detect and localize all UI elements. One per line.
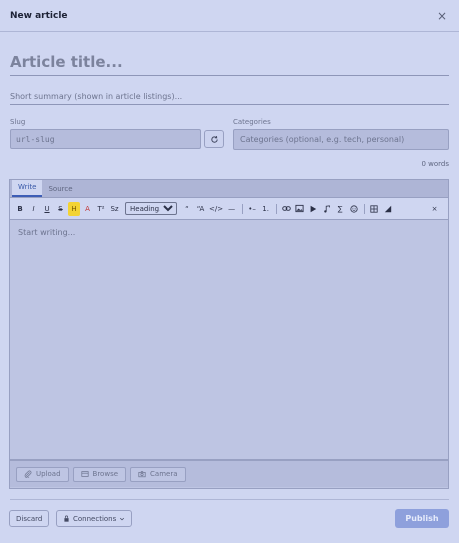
quote-button[interactable]: “ [181, 202, 193, 216]
math-button[interactable]: ∑ [334, 202, 346, 216]
upload-bar: Upload Browse Camera [10, 460, 448, 487]
footer-divider [10, 499, 449, 500]
superscript-button[interactable]: T² [95, 202, 107, 216]
emoji-button[interactable] [348, 202, 360, 216]
highlight-button[interactable]: H [68, 201, 80, 216]
refresh-icon [210, 135, 218, 143]
video-button[interactable] [307, 202, 319, 216]
image-icon [295, 204, 304, 213]
word-count: 0 words [421, 160, 449, 168]
subscript-button[interactable]: Sz [109, 202, 121, 216]
tab-write[interactable]: Write [12, 180, 43, 197]
browse-button[interactable]: Browse [72, 466, 127, 482]
text-color-button[interactable]: A [82, 202, 94, 216]
italic-button[interactable]: I [28, 202, 40, 216]
discard-button[interactable]: Discard [9, 510, 50, 527]
bullet-list-button[interactable]: •– [246, 202, 258, 216]
connections-label: Connections [73, 514, 117, 523]
chevron-down-icon [120, 517, 125, 520]
strikethrough-button[interactable]: S [55, 202, 67, 216]
link-icon [281, 206, 291, 211]
categories-label: Categories [233, 118, 271, 126]
browse-label: Browse [92, 470, 119, 478]
writing-area[interactable]: Start writing... [10, 220, 448, 460]
paperclip-icon [24, 470, 32, 478]
table-icon [370, 204, 378, 213]
publish-button[interactable]: Publish [395, 509, 449, 528]
underline-button[interactable]: U [41, 202, 53, 216]
upload-label: Upload [36, 470, 61, 478]
image-button[interactable] [294, 202, 306, 216]
camera-label: Camera [150, 470, 178, 478]
horizontal-rule-button[interactable]: — [226, 202, 238, 216]
close-toolbar-button[interactable]: × [429, 202, 441, 216]
heading-select[interactable]: Heading... [125, 202, 177, 215]
toolbar-divider [276, 203, 278, 214]
bold-button[interactable]: B [14, 202, 26, 216]
dialog-title: New article [10, 10, 68, 21]
upload-button[interactable]: Upload [16, 466, 69, 482]
rich-text-editor: Write Source B I U S H A T² Sz Heading..… [9, 179, 449, 489]
editor-tabs: Write Source [10, 180, 448, 198]
dialog-header: New article × [0, 0, 459, 32]
lock-icon [64, 515, 69, 522]
new-article-dialog: New article × Slug Categories 0 words Wr… [0, 0, 459, 543]
connections-button[interactable]: Connections [56, 510, 133, 527]
categories-input[interactable] [233, 129, 449, 150]
code-button[interactable]: </> [208, 202, 224, 216]
browse-icon [80, 471, 89, 477]
audio-button[interactable] [321, 202, 333, 216]
toolbar-divider [364, 203, 366, 214]
play-icon [310, 205, 317, 212]
music-note-icon [323, 204, 330, 213]
clear-format-button[interactable] [382, 202, 394, 216]
summary-input[interactable] [10, 88, 449, 105]
slug-input[interactable] [10, 129, 201, 149]
emoji-icon [349, 204, 358, 213]
close-button[interactable]: × [435, 9, 449, 23]
eraser-icon [384, 205, 391, 212]
regenerate-slug-button[interactable] [204, 130, 224, 148]
discard-label: Discard [16, 514, 43, 523]
tab-source[interactable]: Source [42, 182, 78, 197]
article-title-input[interactable] [10, 48, 449, 76]
camera-button[interactable]: Camera [130, 466, 186, 482]
camera-icon [138, 471, 146, 478]
link-button[interactable] [280, 202, 292, 216]
toolbar-divider [242, 203, 244, 214]
table-button[interactable] [368, 202, 380, 216]
editor-toolbar: B I U S H A T² Sz Heading... “ “A </> — … [10, 198, 448, 220]
font-size-button[interactable]: “A [195, 202, 207, 216]
slug-label: Slug [10, 118, 26, 126]
numbered-list-button[interactable]: 1. [260, 202, 272, 216]
